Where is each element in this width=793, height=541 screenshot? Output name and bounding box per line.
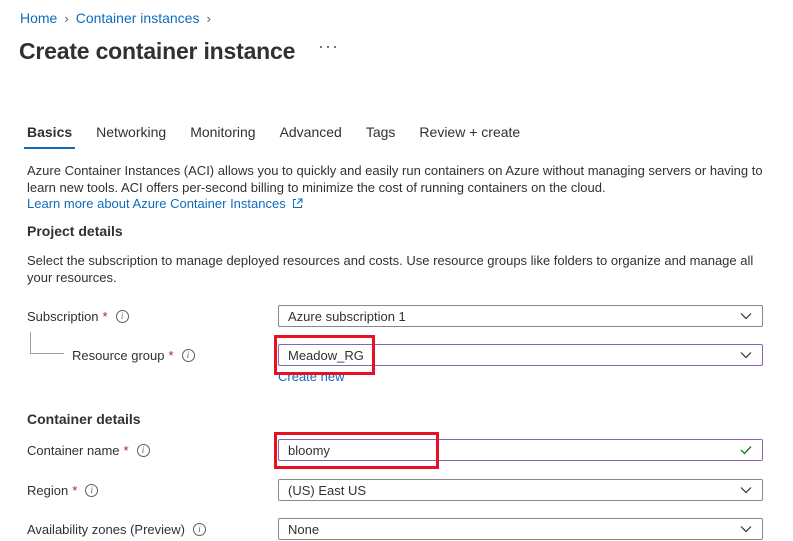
- page-title: Create container instance: [19, 38, 296, 64]
- tab-advanced[interactable]: Advanced: [273, 123, 349, 141]
- tab-tags[interactable]: Tags: [359, 123, 403, 141]
- info-icon[interactable]: i: [85, 484, 99, 497]
- subscription-select[interactable]: Azure subscription 1: [278, 305, 763, 327]
- required-marker: *: [72, 483, 78, 498]
- breadcrumb: Home › Container instances ›: [20, 10, 218, 26]
- breadcrumb-container-instances-link[interactable]: Container instances: [76, 10, 200, 26]
- required-marker: *: [123, 443, 129, 458]
- tab-bar: Basics Networking Monitoring Advanced Ta…: [20, 123, 537, 149]
- container-name-label-text: Container name: [27, 443, 120, 458]
- resource-group-label-text: Resource group: [72, 348, 165, 363]
- info-icon[interactable]: i: [136, 444, 150, 457]
- info-icon[interactable]: i: [193, 523, 206, 536]
- required-marker: *: [168, 348, 174, 363]
- intro-description: Azure Container Instances (ACI) allows y…: [27, 163, 763, 195]
- tab-monitoring[interactable]: Monitoring: [183, 123, 262, 141]
- subscription-label-text: Subscription: [27, 309, 99, 324]
- chevron-right-icon: ›: [64, 10, 69, 26]
- subscription-value: Azure subscription 1: [288, 309, 406, 324]
- highlight-box: [274, 335, 375, 375]
- chevron-down-icon: [740, 526, 752, 533]
- container-details-heading: Container details: [27, 411, 141, 427]
- learn-more-link[interactable]: Learn more about Azure Container Instanc…: [27, 196, 303, 211]
- info-icon[interactable]: i: [181, 349, 195, 362]
- highlight-box: [274, 432, 439, 469]
- chevron-down-icon: [740, 352, 752, 359]
- chevron-right-icon: ›: [206, 10, 211, 26]
- learn-more-label: Learn more about Azure Container Instanc…: [27, 196, 286, 211]
- more-options-button[interactable]: ···: [318, 36, 339, 57]
- info-icon[interactable]: i: [115, 310, 129, 323]
- breadcrumb-home-link[interactable]: Home: [20, 10, 57, 26]
- container-name-label: Container name * i: [27, 443, 150, 458]
- project-details-description: Select the subscription to manage deploy…: [27, 253, 754, 285]
- region-label-text: Region: [27, 483, 69, 498]
- tree-connector: [30, 353, 64, 354]
- chevron-down-icon: [740, 313, 752, 320]
- external-link-icon: [293, 198, 303, 208]
- tab-review-create[interactable]: Review + create: [412, 123, 527, 141]
- required-marker: *: [102, 309, 108, 324]
- tab-basics[interactable]: Basics: [20, 123, 79, 149]
- tree-connector: [30, 332, 31, 353]
- resource-group-label: Resource group * i: [72, 348, 195, 363]
- availability-zones-label-text: Availability zones (Preview): [27, 522, 185, 537]
- region-label: Region * i: [27, 483, 99, 498]
- availability-zones-value: None: [288, 522, 320, 537]
- region-value: (US) East US: [288, 483, 367, 498]
- availability-zones-select[interactable]: None: [278, 518, 763, 540]
- checkmark-icon: [740, 446, 752, 455]
- tab-networking[interactable]: Networking: [89, 123, 173, 141]
- availability-zones-label: Availability zones (Preview) i: [27, 522, 206, 537]
- subscription-label: Subscription * i: [27, 309, 129, 324]
- region-select[interactable]: (US) East US: [278, 479, 763, 501]
- project-details-heading: Project details: [27, 223, 123, 239]
- chevron-down-icon: [740, 487, 752, 494]
